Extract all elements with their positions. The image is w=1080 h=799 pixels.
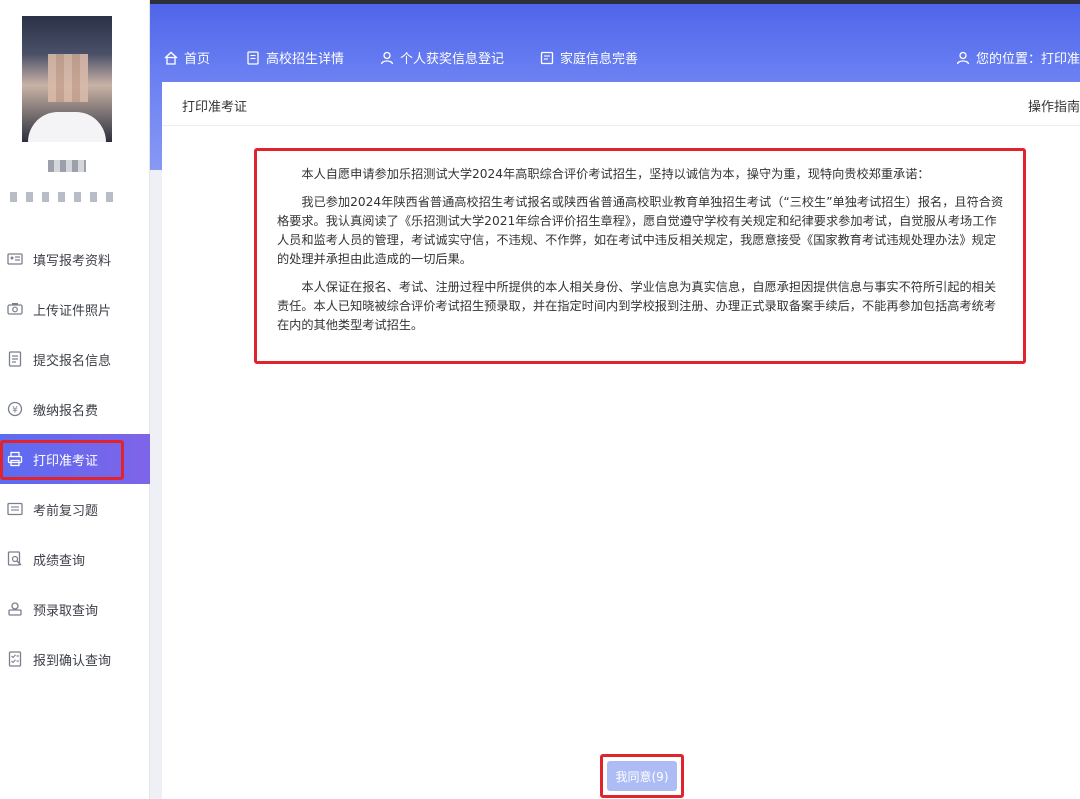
card-header: 打印准考证 操作指南 — [162, 82, 1080, 126]
sidebar-item-label: 报到确认查询 — [33, 653, 112, 669]
sidebar-item-label: 打印准考证 — [33, 453, 99, 469]
header-top-edge — [150, 0, 1080, 4]
pledge-text-box: 本人自愿申请参加乐招测试大学2024年高职综合评价考试招生，坚持以诚信为本，操守… — [254, 148, 1026, 364]
list-icon — [6, 500, 24, 518]
location-user-icon — [956, 51, 970, 65]
user-icon — [380, 51, 394, 65]
sidebar-item-upload-photo[interactable]: 上传证件照片 — [0, 284, 150, 334]
book-icon — [246, 50, 260, 65]
sidebar-item-print-ticket[interactable]: 打印准考证 — [0, 434, 150, 484]
yen-icon: ¥ — [6, 400, 24, 418]
breadcrumb: 您的位置：打印准 — [956, 48, 1080, 67]
sidebar-item-label: 上传证件照片 — [33, 303, 112, 319]
page-title: 打印准考证 — [182, 100, 248, 115]
document-icon — [6, 350, 24, 368]
sidebar-item-report-confirm[interactable]: 报到确认查询 — [0, 634, 150, 684]
printer-icon — [6, 450, 24, 468]
sidebar-item-submit-info[interactable]: 提交报名信息 — [0, 334, 150, 384]
pledge-paragraph: 本人保证在报名、考试、注册过程中所提供的本人相关身份、学业信息为真实信息，自愿承… — [277, 280, 997, 332]
topnav-family-info[interactable]: 家庭信息完善 — [540, 48, 638, 67]
operation-guide-link[interactable]: 操作指南 — [1028, 96, 1080, 115]
sidebar-item-fill-info[interactable]: 填写报考资料 — [0, 234, 150, 284]
sidebar-item-review-questions[interactable]: 考前复习题 — [0, 484, 150, 534]
pledge-paragraph: 本人自愿申请参加乐招测试大学2024年高职综合评价考试招生，坚持以诚信为本，操守… — [301, 167, 930, 181]
home-icon — [164, 51, 178, 65]
sidebar-item-score-query[interactable]: 成绩查询 — [0, 534, 150, 584]
topnav-label: 个人获奖信息登记 — [400, 52, 505, 67]
sidebar-nav: 填写报考资料 上传证件照片 提交报名信息 ¥ 缴纳报名费 打印准考证 考前复习题… — [0, 234, 150, 684]
agree-button[interactable]: 我同意(9) — [607, 761, 677, 791]
user-name-blurred — [48, 160, 86, 172]
search-doc-icon — [6, 550, 24, 568]
topnav-admission-details[interactable]: 高校招生详情 — [246, 48, 344, 67]
highlight-outline-agree: 我同意(9) — [600, 754, 684, 798]
sidebar-item-label: 成绩查询 — [33, 553, 86, 569]
svg-text:¥: ¥ — [12, 406, 18, 416]
user-id-blurred — [10, 192, 118, 202]
badge-icon — [6, 600, 24, 618]
main-card: 打印准考证 操作指南 本人自愿申请参加乐招测试大学2024年高职综合评价考试招生… — [162, 82, 1080, 799]
sidebar-item-pre-admission[interactable]: 预录取查询 — [0, 584, 150, 634]
topnav-label: 首页 — [184, 52, 211, 67]
camera-icon — [6, 300, 24, 318]
topnav-award-registration[interactable]: 个人获奖信息登记 — [380, 48, 504, 67]
sidebar-item-pay-fee[interactable]: ¥ 缴纳报名费 — [0, 384, 150, 434]
sidebar: 填写报考资料 上传证件照片 提交报名信息 ¥ 缴纳报名费 打印准考证 考前复习题… — [0, 0, 150, 799]
checklist-icon — [6, 650, 24, 668]
sidebar-item-label: 考前复习题 — [33, 503, 99, 519]
topnav-label: 家庭信息完善 — [560, 52, 639, 67]
sidebar-item-label: 预录取查询 — [33, 603, 99, 619]
id-card-icon — [6, 250, 24, 268]
pledge-paragraph: 我已参加2024年陕西省普通高校招生考试报名或陕西省普通高校职业教育单独招生考试… — [277, 195, 1004, 266]
topnav-label: 高校招生详情 — [266, 52, 345, 67]
top-nav: 首页 高校招生详情 个人获奖信息登记 家庭信息完善 — [164, 48, 674, 67]
avatar-shoulder — [28, 112, 106, 142]
form-icon — [540, 51, 554, 65]
topnav-home[interactable]: 首页 — [164, 48, 210, 67]
sidebar-item-label: 提交报名信息 — [33, 353, 112, 369]
sidebar-item-label: 缴纳报名费 — [33, 403, 99, 419]
avatar-face-blurred — [48, 54, 88, 102]
avatar — [22, 16, 112, 142]
sidebar-item-label: 填写报考资料 — [33, 253, 112, 269]
breadcrumb-label: 您的位置：打印准 — [975, 52, 1080, 67]
